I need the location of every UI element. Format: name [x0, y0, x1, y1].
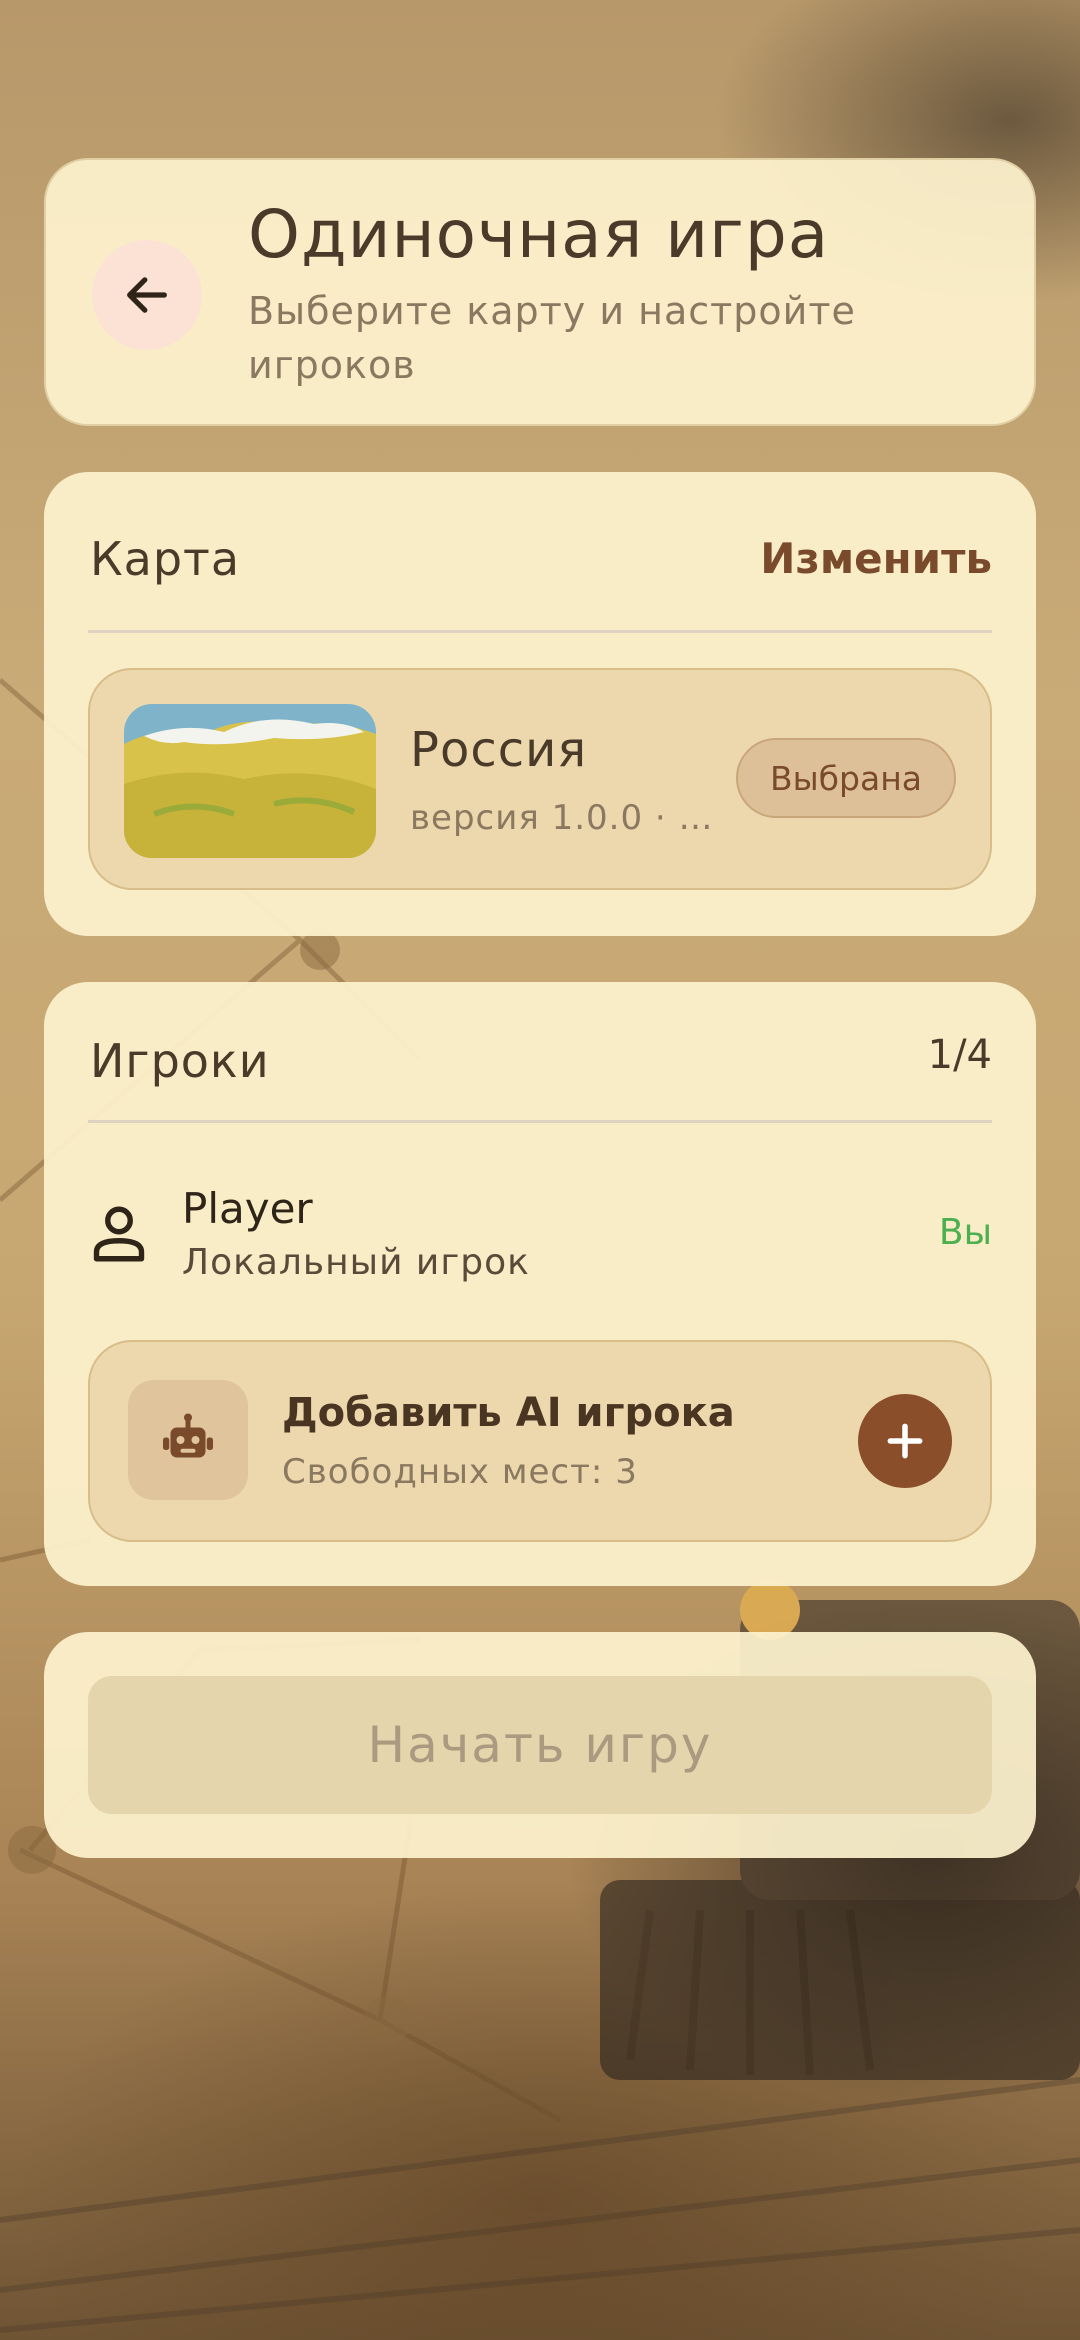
page-subtitle: Выберите карту и настройте игроков [248, 289, 856, 387]
map-section-title: Карта [90, 532, 241, 586]
players-section-title: Игроки [90, 1034, 270, 1088]
back-button[interactable] [92, 240, 202, 350]
map-version: версия 1.0.0 · ав... [410, 798, 720, 838]
change-map-button[interactable]: Изменить [760, 534, 992, 583]
map-section: Карта Изменить Россия версия 1.0.0 · ав.… [44, 472, 1036, 936]
arrow-left-icon [127, 277, 167, 313]
person-icon [93, 1206, 145, 1262]
players-section: Игроки 1/4 Player Локальный игрок Вы Доб… [44, 982, 1036, 1586]
add-ai-title: Добавить AI игрока [282, 1390, 735, 1436]
robot-icon [163, 1413, 213, 1458]
player-type: Локальный игрок [182, 1242, 530, 1283]
player-name: Player [182, 1184, 313, 1233]
start-section: Начать игру [44, 1632, 1036, 1858]
add-ai-player-row[interactable]: Добавить AI игрока Свободных мест: 3 [88, 1340, 992, 1542]
header-card: Одиночная игра Выберите карту и настройт… [44, 158, 1036, 426]
page-title: Одиночная игра [248, 196, 830, 273]
plus-icon [887, 1423, 923, 1459]
add-ai-button[interactable] [858, 1394, 952, 1488]
map-thumbnail [124, 704, 376, 858]
start-game-button[interactable]: Начать игру [88, 1676, 992, 1814]
divider [88, 1120, 992, 1123]
robot-icon-container [128, 1380, 248, 1500]
you-badge: Вы [938, 1212, 992, 1253]
divider [88, 630, 992, 633]
selected-map-item[interactable]: Россия версия 1.0.0 · ав... Выбрана [88, 668, 992, 890]
players-count: 1/4 [927, 1032, 992, 1078]
selected-badge: Выбрана [736, 738, 956, 818]
map-name: Россия [410, 722, 588, 778]
free-slots-label: Свободных мест: 3 [282, 1452, 638, 1492]
